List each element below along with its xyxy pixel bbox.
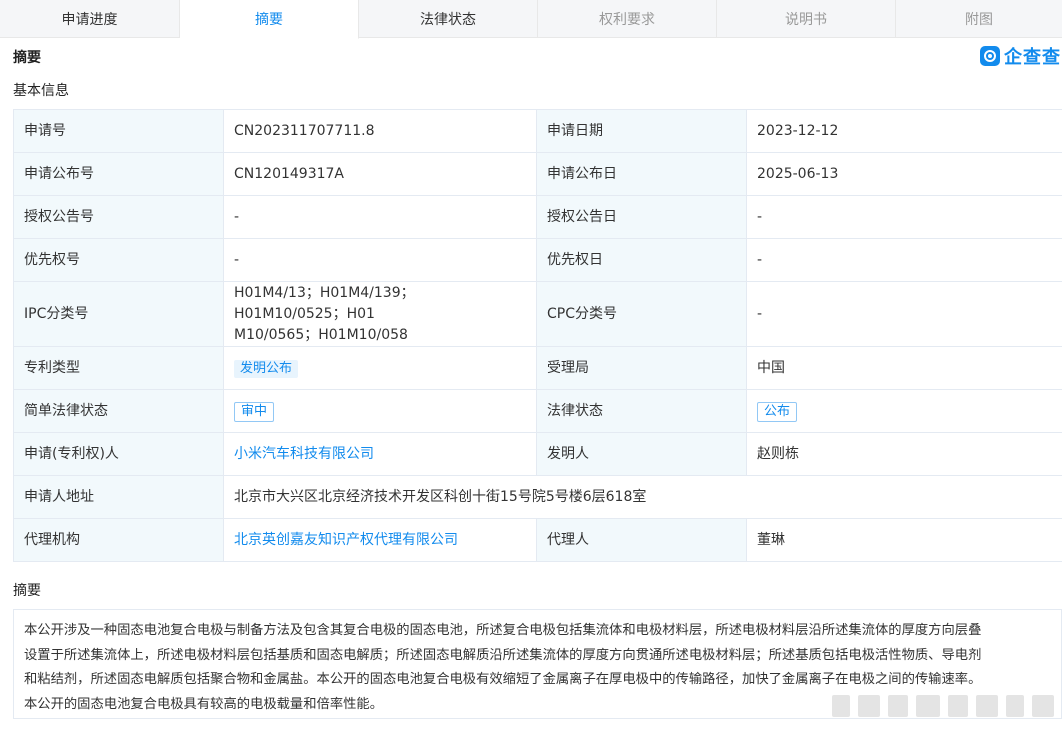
label-grant-date: 授权公告日: [536, 195, 747, 239]
label-simple-legal-status: 简单法律状态: [13, 389, 224, 433]
label-patent-type: 专利类型: [13, 346, 224, 390]
value-applicant-address: 北京市大兴区北京经济技术开发区科创十街15号院5号楼6层618室: [223, 475, 1062, 519]
value-publication-date: 2025-06-13: [746, 152, 1062, 196]
ipc-line-2: M10/0565；H01M10/058: [234, 326, 408, 343]
value-grant-number: -: [223, 195, 537, 239]
qichacha-logo-icon: [980, 46, 1000, 66]
label-publication-number: 申请公布号: [13, 152, 224, 196]
watermark-glyph: [1006, 695, 1024, 717]
value-priority-number: -: [223, 238, 537, 282]
label-legal-status: 法律状态: [536, 389, 747, 433]
value-grant-date: -: [746, 195, 1062, 239]
label-application-number: 申请号: [13, 109, 224, 153]
label-ipc-class: IPC分类号: [13, 281, 224, 347]
table-row: 申请人地址 北京市大兴区北京经济技术开发区科创十街15号院5号楼6层618室: [13, 475, 1062, 519]
table-row: 简单法律状态 审中 法律状态 公布: [13, 389, 1062, 433]
patent-type-badge: 发明公布: [234, 359, 299, 378]
tab-abstract[interactable]: 摘要: [180, 0, 359, 39]
agency-link[interactable]: 北京英创嘉友知识产权代理有限公司: [234, 532, 458, 548]
label-agency: 代理机构: [13, 518, 224, 562]
label-applicant: 申请(专利权)人: [13, 432, 224, 476]
value-ipc-class: H01M4/13；H01M4/139；H01M10/0525；H01 M10/0…: [223, 281, 537, 347]
label-application-date: 申请日期: [536, 109, 747, 153]
table-row: IPC分类号 H01M4/13；H01M4/139；H01M10/0525；H0…: [13, 281, 1062, 347]
simple-legal-status-badge: 审中: [234, 401, 275, 422]
label-grant-number: 授权公告号: [13, 195, 224, 239]
basic-info-title: 基本信息: [13, 83, 69, 99]
label-cpc-class: CPC分类号: [536, 281, 747, 347]
value-receiving-office: 中国: [746, 346, 1062, 390]
logo-text: 企查查: [1004, 47, 1061, 68]
value-patent-type: 发明公布: [223, 346, 537, 390]
table-row: 授权公告号 - 授权公告日 -: [13, 195, 1062, 239]
label-applicant-address: 申请人地址: [13, 475, 224, 519]
watermark-glyph: [948, 695, 968, 717]
value-agency: 北京英创嘉友知识产权代理有限公司: [223, 518, 537, 562]
tab-legal-status[interactable]: 法律状态: [359, 0, 538, 38]
watermark-glyph: [832, 695, 850, 717]
value-priority-date: -: [746, 238, 1062, 282]
abstract-line: 本公开涉及一种固态电池复合电极与制备方法及包含其复合电极的固态电池，所述复合电极…: [24, 623, 982, 638]
table-row: 优先权号 - 优先权日 -: [13, 238, 1062, 282]
watermark-glyph: [858, 695, 880, 717]
value-legal-status: 公布: [746, 389, 1062, 433]
tab-description[interactable]: 说明书: [717, 0, 896, 38]
label-priority-number: 优先权号: [13, 238, 224, 282]
abstract-line: 和粘结剂，所述固态电解质包括聚合物和金属盐。本公开的固态电池复合电极有效缩短了金…: [24, 672, 982, 687]
applicant-link[interactable]: 小米汽车科技有限公司: [234, 446, 374, 462]
page-title: 摘要: [13, 50, 41, 66]
abstract-line: 设置于所述集流体上，所述电极材料层包括基质和固态电解质；所述固态电解质沿所述集流…: [24, 647, 982, 663]
label-inventor: 发明人: [536, 432, 747, 476]
value-publication-number: CN120149317A: [223, 152, 537, 196]
watermark-glyph: [976, 695, 998, 717]
watermark-glyph: [1032, 695, 1054, 717]
tab-application-progress[interactable]: 申请进度: [0, 0, 180, 38]
qichacha-logo: 企查查: [980, 45, 1061, 68]
abstract-title: 摘要: [13, 583, 41, 599]
label-publication-date: 申请公布日: [536, 152, 747, 196]
table-row: 申请(专利权)人 小米汽车科技有限公司 发明人 赵则栋: [13, 432, 1062, 476]
value-applicant: 小米汽车科技有限公司: [223, 432, 537, 476]
tab-bar: 申请进度 摘要 法律状态 权利要求 说明书 附图: [0, 0, 1062, 39]
tab-claims[interactable]: 权利要求: [538, 0, 717, 38]
value-application-date: 2023-12-12: [746, 109, 1062, 153]
watermark: [832, 690, 1054, 722]
table-row: 申请公布号 CN120149317A 申请公布日 2025-06-13: [13, 152, 1062, 196]
table-row: 申请号 CN202311707711.8 申请日期 2023-12-12: [13, 109, 1062, 153]
value-cpc-class: -: [746, 281, 1062, 347]
label-agent: 代理人: [536, 518, 747, 562]
ipc-line-1: H01M4/13；H01M4/139；H01M10/0525；H01: [234, 284, 415, 322]
tab-drawings[interactable]: 附图: [896, 0, 1062, 38]
watermark-glyph: [888, 695, 908, 717]
value-simple-legal-status: 审中: [223, 389, 537, 433]
table-row: 专利类型 发明公布 受理局 中国: [13, 346, 1062, 390]
watermark-glyph: [916, 695, 940, 717]
legal-status-badge: 公布: [757, 401, 798, 422]
basic-info-table: 申请号 CN202311707711.8 申请日期 2023-12-12 申请公…: [13, 109, 1062, 562]
label-priority-date: 优先权日: [536, 238, 747, 282]
value-agent: 董琳: [746, 518, 1062, 562]
value-inventor: 赵则栋: [746, 432, 1062, 476]
table-row: 代理机构 北京英创嘉友知识产权代理有限公司 代理人 董琳: [13, 518, 1062, 562]
label-receiving-office: 受理局: [536, 346, 747, 390]
value-application-number: CN202311707711.8: [223, 109, 537, 153]
